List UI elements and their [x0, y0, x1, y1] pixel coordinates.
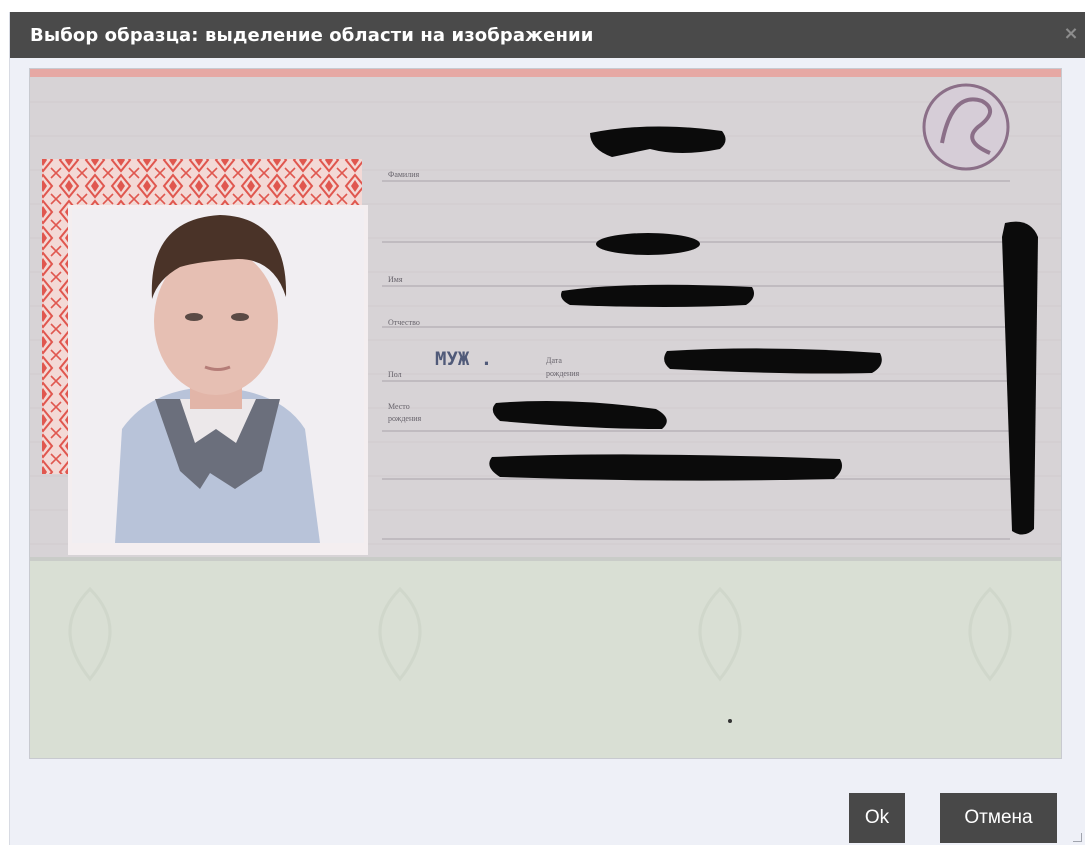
label-birth-date-line1: Дата — [546, 356, 562, 365]
document-image-area[interactable]: Фамилия Имя Отчество Пол Дата рождения М… — [29, 68, 1062, 759]
label-birth-date-line2: рождения — [546, 369, 580, 378]
label-sex: Пол — [388, 370, 402, 379]
seal-emblem — [922, 83, 1010, 171]
redaction-birth-date — [664, 348, 882, 374]
redaction-name — [596, 233, 700, 255]
top-border-strip — [30, 69, 1061, 77]
label-name: Имя — [388, 275, 403, 284]
redaction-birth-place-2 — [489, 454, 842, 481]
dialog-title: Выбор образца: выделение области на изоб… — [30, 25, 594, 46]
close-icon[interactable]: × — [1062, 24, 1080, 44]
lower-page — [30, 559, 1061, 758]
cancel-button[interactable]: Отмена — [940, 793, 1057, 843]
passport-scan-image[interactable]: Фамилия Имя Отчество Пол Дата рождения М… — [30, 69, 1061, 758]
dialog-titlebar[interactable]: Выбор образца: выделение области на изоб… — [10, 12, 1085, 58]
sex-stamp-text: МУЖ . — [435, 348, 492, 370]
ok-button[interactable]: Ok — [849, 793, 905, 843]
label-patronymic: Отчество — [388, 318, 420, 327]
label-birth-place-line2: рождения — [388, 414, 422, 423]
label-birth-place-line1: Место — [388, 402, 410, 411]
resize-grip[interactable] — [1073, 833, 1082, 842]
sample-selection-dialog: Выбор образца: выделение области на изоб… — [9, 12, 1085, 845]
portrait-photo — [72, 209, 364, 543]
redaction-patronymic — [561, 284, 754, 307]
label-surname: Фамилия — [388, 170, 419, 179]
